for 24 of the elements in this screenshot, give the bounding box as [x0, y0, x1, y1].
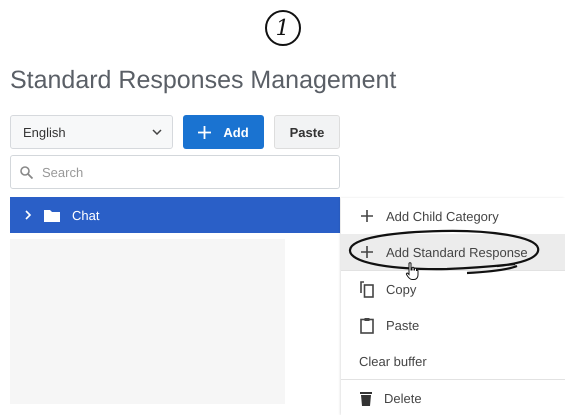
menu-item[interactable]: Add Standard Response	[341, 234, 565, 270]
plus-icon	[198, 126, 212, 138]
menu-item[interactable]: Copy	[341, 271, 565, 307]
add-button[interactable]: Add	[183, 115, 264, 149]
plus-icon	[360, 245, 374, 259]
tree-item-label: Chat	[72, 208, 100, 222]
menu-item[interactable]: Delete	[341, 380, 565, 415]
language-dropdown[interactable]: English	[10, 115, 173, 149]
menu-item[interactable]: Clear buffer	[341, 343, 565, 379]
chevron-down-icon	[152, 129, 162, 135]
page-title: Standard Responses Management	[10, 66, 398, 95]
clipboard-icon	[360, 316, 374, 334]
copy-icon	[360, 280, 374, 298]
chevron-right-icon[interactable]	[24, 210, 32, 220]
folder-icon	[44, 208, 60, 222]
trash-icon	[360, 390, 372, 406]
paste-button[interactable]: Paste	[274, 115, 340, 149]
plus-icon	[360, 209, 374, 223]
menu-item[interactable]: Add Child Category	[341, 198, 565, 234]
search-field[interactable]: Search	[10, 155, 340, 189]
step-number-marker: 1	[264, 10, 300, 46]
hand-cursor-icon	[405, 262, 419, 280]
menu-item[interactable]: Paste	[341, 307, 565, 343]
tree-item[interactable]: Chat	[10, 197, 340, 233]
